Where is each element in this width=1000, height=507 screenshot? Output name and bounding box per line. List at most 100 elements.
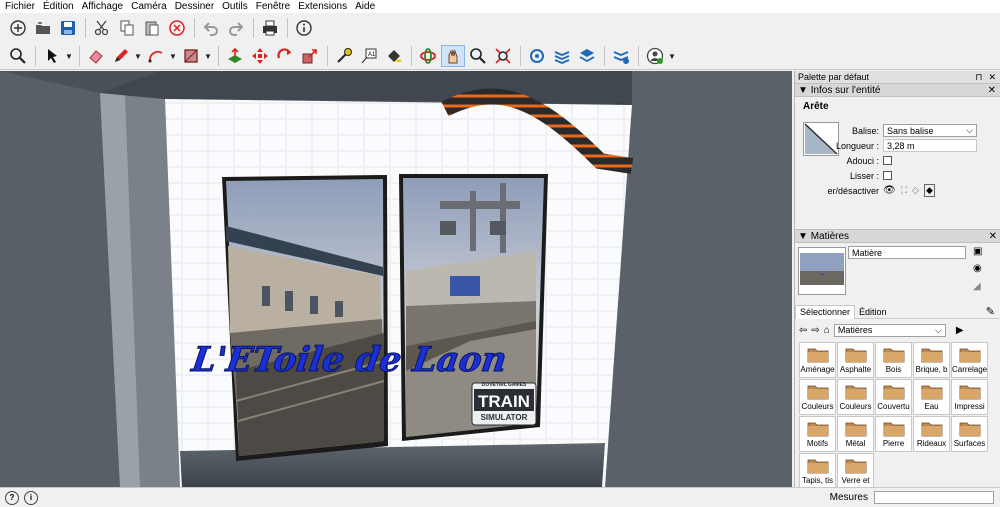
erase-selection-button[interactable] bbox=[165, 17, 189, 39]
smooth-checkbox[interactable] bbox=[883, 171, 892, 180]
paint-bucket-button[interactable] bbox=[382, 45, 406, 67]
soft-checkbox[interactable] bbox=[883, 156, 892, 165]
cast-shadow-icon[interactable]: ◇ bbox=[912, 185, 919, 196]
extension-manager-button[interactable] bbox=[609, 45, 633, 67]
balise-select[interactable]: Sans balise ⌵ bbox=[883, 124, 977, 137]
default-material-icon[interactable]: ◢ bbox=[973, 281, 981, 292]
material-folder-item[interactable]: Aménage bbox=[799, 342, 836, 378]
select-dropdown[interactable]: ▼ bbox=[65, 45, 73, 67]
pencil-dropdown[interactable]: ▼ bbox=[134, 45, 142, 67]
material-name-input[interactable]: Matière bbox=[848, 246, 966, 259]
material-folder-item[interactable]: Métal bbox=[837, 416, 874, 452]
move-button[interactable] bbox=[248, 45, 272, 67]
rectangle-dropdown[interactable]: ▼ bbox=[204, 45, 212, 67]
pan-button[interactable] bbox=[441, 45, 465, 67]
tape-measure-icon bbox=[337, 48, 352, 63]
save-button[interactable] bbox=[56, 17, 80, 39]
material-folder-item[interactable]: Verre et bbox=[837, 453, 874, 487]
material-folder-item[interactable]: Motifs bbox=[799, 416, 836, 452]
text-button[interactable]: A1 bbox=[357, 45, 381, 67]
undo-button[interactable] bbox=[199, 17, 223, 39]
material-folder-item[interactable]: Eau bbox=[913, 379, 950, 415]
back-arrow-icon[interactable]: ⇦ bbox=[799, 325, 807, 336]
zoom-extents-button[interactable] bbox=[491, 45, 515, 67]
sample-paint-icon[interactable]: ◉ bbox=[973, 263, 982, 274]
rotate-button[interactable] bbox=[273, 45, 297, 67]
menu-aide[interactable]: Aide bbox=[355, 1, 375, 12]
menu-dessiner[interactable]: Dessiner bbox=[175, 1, 214, 12]
receive-shadow-icon[interactable]: ◆ bbox=[923, 184, 935, 197]
entity-info-header[interactable]: ▼ Infos sur l'entité ✕ bbox=[795, 83, 1000, 97]
logo-dovetail-text: DOVETAIL GAMES bbox=[482, 382, 527, 388]
create-material-icon[interactable]: ▣ bbox=[973, 246, 982, 257]
tab-edit[interactable]: Édition bbox=[855, 307, 891, 317]
zoom-window-button[interactable] bbox=[6, 45, 30, 67]
pencil-button[interactable] bbox=[109, 45, 133, 67]
material-folder-item[interactable]: Rideaux bbox=[913, 416, 950, 452]
print-button[interactable] bbox=[258, 17, 282, 39]
copy-button[interactable] bbox=[115, 17, 139, 39]
material-folder-item[interactable]: Brique, b bbox=[913, 342, 950, 378]
close-icon[interactable]: ✕ bbox=[988, 85, 996, 96]
arc-button[interactable] bbox=[144, 45, 168, 67]
material-folder-item[interactable]: Impressi bbox=[951, 379, 988, 415]
eyedropper-icon[interactable]: ✎ bbox=[986, 305, 1000, 318]
menu-edition[interactable]: Édition bbox=[43, 1, 74, 12]
material-folder-item[interactable]: Carrelage bbox=[951, 342, 988, 378]
warehouse-button[interactable] bbox=[525, 45, 549, 67]
menu-extensions[interactable]: Extensions bbox=[298, 1, 347, 12]
select-button[interactable] bbox=[40, 45, 64, 67]
eye-icon[interactable]: 👁 bbox=[883, 185, 896, 196]
close-icon[interactable]: ✕ bbox=[989, 231, 997, 242]
redo-button[interactable] bbox=[224, 17, 248, 39]
pin-icon[interactable]: ⊓ bbox=[975, 72, 982, 83]
material-folder-item[interactable]: Asphalte bbox=[837, 342, 874, 378]
model-info-button[interactable] bbox=[292, 17, 316, 39]
orbit-button[interactable] bbox=[416, 45, 440, 67]
material-preview-swatch[interactable]: ~ bbox=[798, 247, 846, 295]
lock-icon[interactable]: ⛶ bbox=[901, 185, 907, 196]
arc-dropdown[interactable]: ▼ bbox=[169, 45, 177, 67]
tape-measure-button[interactable] bbox=[332, 45, 356, 67]
measurements-input[interactable] bbox=[874, 491, 994, 504]
close-icon[interactable]: ✕ bbox=[988, 72, 996, 83]
zoom-button[interactable] bbox=[466, 45, 490, 67]
account-button[interactable] bbox=[643, 45, 667, 67]
material-folder-item[interactable]: Couleurs bbox=[799, 379, 836, 415]
open-button[interactable] bbox=[31, 17, 55, 39]
svg-text:A1: A1 bbox=[368, 52, 376, 58]
menu-outils[interactable]: Outils bbox=[222, 1, 248, 12]
menu-fichier[interactable]: Fichier bbox=[5, 1, 35, 12]
menu-affichage[interactable]: Affichage bbox=[82, 1, 124, 12]
3d-viewport[interactable]: DOVETAIL GAMES TRAIN SIMULATOR L'EToile … bbox=[0, 71, 792, 487]
materials-header[interactable]: ▼ Matières ✕ bbox=[795, 229, 1000, 243]
material-folder-item[interactable]: Couleurs bbox=[837, 379, 874, 415]
geolocation-icon[interactable]: ? bbox=[5, 490, 19, 505]
rectangle-button[interactable] bbox=[179, 45, 203, 67]
material-folder-item[interactable]: Couvertu bbox=[875, 379, 912, 415]
material-folder-item[interactable]: Surfaces bbox=[951, 416, 988, 452]
scale-icon bbox=[302, 49, 317, 64]
length-field[interactable]: 3,28 m bbox=[883, 139, 977, 152]
home-icon[interactable]: ⌂ bbox=[824, 325, 830, 336]
eraser-button[interactable] bbox=[84, 45, 108, 67]
material-folder-item[interactable]: Bois bbox=[875, 342, 912, 378]
menu-fenetre[interactable]: Fenêtre bbox=[256, 1, 290, 12]
new-button[interactable] bbox=[6, 17, 30, 39]
details-arrow-icon[interactable]: ▶ bbox=[956, 325, 964, 336]
scale-button[interactable] bbox=[298, 45, 322, 67]
info-icon[interactable]: i bbox=[24, 490, 38, 505]
paste-button[interactable] bbox=[140, 17, 164, 39]
material-folder-item[interactable]: Tapis, tis bbox=[799, 453, 836, 487]
push-pull-button[interactable] bbox=[223, 45, 247, 67]
tab-select[interactable]: Sélectionner bbox=[795, 304, 856, 319]
cut-button[interactable] bbox=[90, 17, 114, 39]
account-dropdown[interactable]: ▼ bbox=[668, 45, 676, 67]
library-select[interactable]: Matières ⌵ bbox=[833, 323, 946, 337]
extension-warehouse-button[interactable] bbox=[550, 45, 574, 67]
material-name-value: Matière bbox=[852, 247, 883, 258]
material-folder-item[interactable]: Pierre bbox=[875, 416, 912, 452]
menu-camera[interactable]: Caméra bbox=[131, 1, 167, 12]
forward-arrow-icon[interactable]: ⇨ bbox=[811, 325, 819, 336]
layout-button[interactable] bbox=[575, 45, 599, 67]
